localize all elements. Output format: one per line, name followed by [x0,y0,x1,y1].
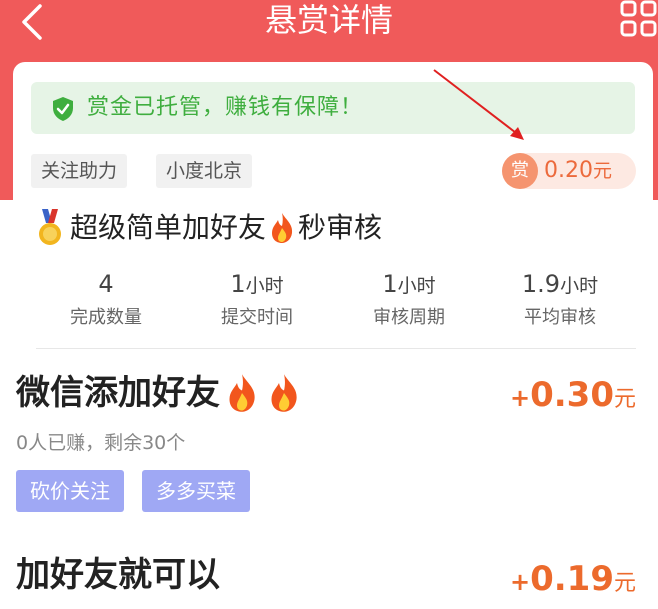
guarantee-banner: 赏金已托管，赚钱有保障！ [31,82,635,134]
list-item-subtitle: 0人已赚，剩余30个 [16,432,186,454]
stat-completed: 4 完成数量 [70,270,142,328]
qr-code-icon[interactable] [620,0,658,38]
reward-badge: 赏 [502,153,538,189]
list-item-price: +0.30元 [509,375,636,415]
fire-icon [272,213,293,243]
fire-icon [271,374,297,412]
reward-pill: 赏 0.20元 [502,153,636,189]
tag-xiaodu-beijing: 小度北京 [156,154,253,188]
fire-icon [229,374,255,412]
chip-duoduo-grocery[interactable]: 多多买菜 [142,470,250,512]
list-item-title[interactable]: 加好友就可以 [16,550,220,600]
shield-check-icon [53,97,73,121]
stat-submit-time: 1小时 提交时间 [221,270,293,328]
guarantee-text: 赏金已托管，赚钱有保障！ [87,95,364,120]
reward-amount: 0.20元 [544,158,612,183]
stat-review-cycle: 1小时 审核周期 [373,270,445,328]
tag-follow-assist: 关注助力 [31,154,128,188]
list-item-title[interactable]: 微信添加好友 [16,368,304,418]
annotation-arrow [433,69,524,140]
divider [36,348,636,349]
stat-avg-review: 1.9小时 平均审核 [521,270,599,328]
task-title: 超级简单加好友 秒审核 [36,206,382,250]
medal-icon [39,209,61,245]
page-title: 悬赏详情 [264,1,393,39]
chip-bargain-follow[interactable]: 砍价关注 [16,470,124,512]
